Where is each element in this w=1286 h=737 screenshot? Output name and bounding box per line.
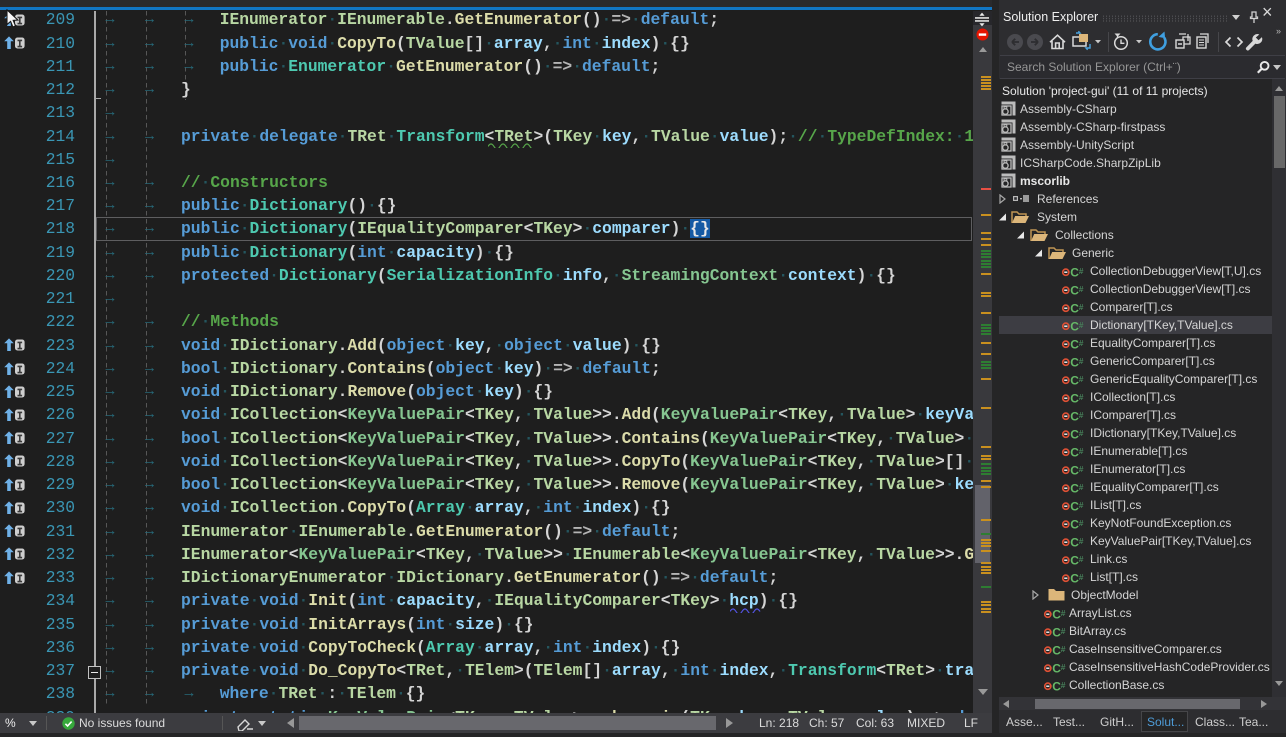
svg-text:#: # — [1061, 626, 1066, 636]
svg-text:#: # — [1079, 500, 1084, 510]
svg-text:#: # — [1079, 482, 1084, 492]
svg-text:#: # — [1061, 680, 1066, 690]
svg-text:#: # — [1079, 284, 1084, 294]
svg-text:#: # — [1079, 536, 1084, 546]
svg-text:#: # — [1079, 392, 1084, 402]
svg-text:#: # — [1079, 410, 1084, 420]
svg-text:#: # — [1079, 356, 1084, 366]
svg-text:#: # — [1079, 518, 1084, 528]
svg-text:#: # — [1079, 374, 1084, 384]
svg-text:#: # — [1079, 446, 1084, 456]
svg-text:#: # — [1061, 608, 1066, 618]
svg-text:#: # — [1079, 302, 1084, 312]
svg-text:#: # — [1079, 554, 1084, 564]
svg-text:#: # — [1079, 572, 1084, 582]
svg-text:#: # — [1079, 428, 1084, 438]
svg-text:#: # — [1061, 644, 1066, 654]
svg-text:#: # — [1079, 464, 1084, 474]
svg-text:#: # — [1079, 338, 1084, 348]
svg-text:#: # — [1079, 266, 1084, 276]
svg-text:#: # — [1079, 320, 1084, 330]
svg-text:#: # — [1061, 662, 1066, 672]
